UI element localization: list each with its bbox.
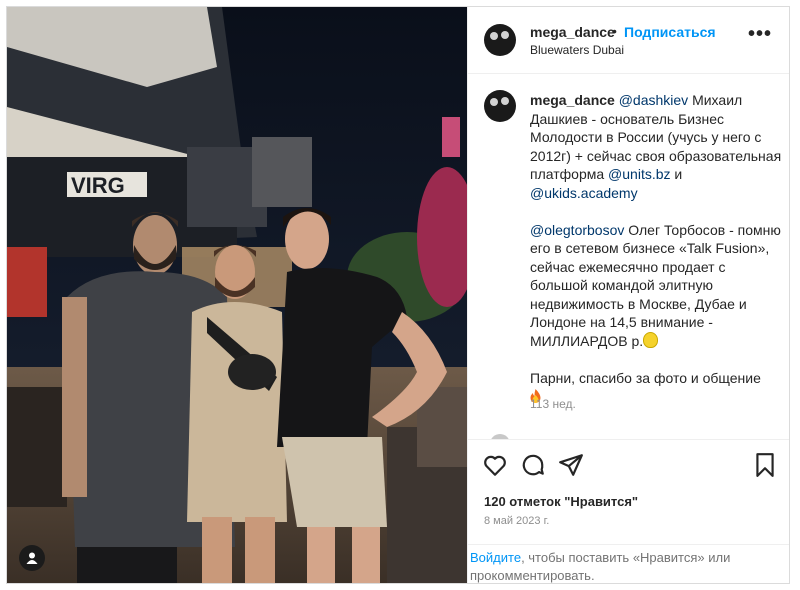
login-link[interactable]: Войдите [470, 550, 521, 565]
more-icon[interactable]: ••• [748, 23, 772, 46]
actions-bar: 120 отметок "Нравится" 8 май 2023 г. Вой… [468, 439, 789, 583]
instagram-post-modal: VIRG mega_dance • Подписаться Bluewaters… [6, 6, 790, 584]
post-date: 8 май 2023 г. [484, 515, 550, 527]
likes-count[interactable]: 120 отметок "Нравится" [484, 494, 638, 509]
caption-timestamp: 113 нед. [530, 397, 576, 411]
sign-text: VIRG [71, 173, 125, 198]
user-tag-icon[interactable] [19, 545, 45, 571]
mention-ukids[interactable]: @ukids.academy [530, 185, 638, 201]
post-photo[interactable]: VIRG [7, 7, 467, 583]
follow-button[interactable]: Подписаться [624, 24, 716, 40]
comment-icon[interactable] [520, 452, 546, 478]
caption-body-2: Олег Торбосов - помню его в сетевом бизн… [530, 221, 781, 349]
photo-scene: VIRG [7, 7, 467, 583]
mention-dashkiev[interactable]: @dashkiev [619, 92, 688, 108]
avatar[interactable] [484, 24, 516, 56]
caption-username[interactable]: mega_dance [530, 92, 615, 108]
header-username[interactable]: mega_dance [530, 24, 615, 40]
share-icon[interactable] [558, 452, 584, 478]
post-sidebar: mega_dance • Подписаться Bluewaters Duba… [467, 7, 789, 583]
location-link[interactable]: Bluewaters Dubai [530, 43, 624, 57]
bookmark-icon[interactable] [752, 452, 778, 478]
caption-avatar[interactable] [484, 90, 516, 122]
header-separator: • [612, 23, 617, 39]
login-prompt: Войдите, чтобы поставить «Нравится» или … [468, 544, 789, 583]
caption-text: mega_dance @dashkiev Михаил Дашкиев - ос… [530, 91, 782, 406]
heart-icon[interactable] [482, 452, 508, 478]
lemon-emoji-icon [643, 331, 659, 348]
caption-and: и [670, 166, 683, 182]
mention-olegtorbosov[interactable]: @olegtorbosov [530, 222, 624, 238]
mention-units[interactable]: @units.bz [608, 166, 670, 182]
caption-area: mega_dance @dashkiev Михаил Дашкиев - ос… [468, 74, 789, 440]
caption-body-3: Парни, спасибо за фото и общение [530, 369, 761, 386]
post-header: mega_dance • Подписаться Bluewaters Duba… [468, 7, 789, 74]
